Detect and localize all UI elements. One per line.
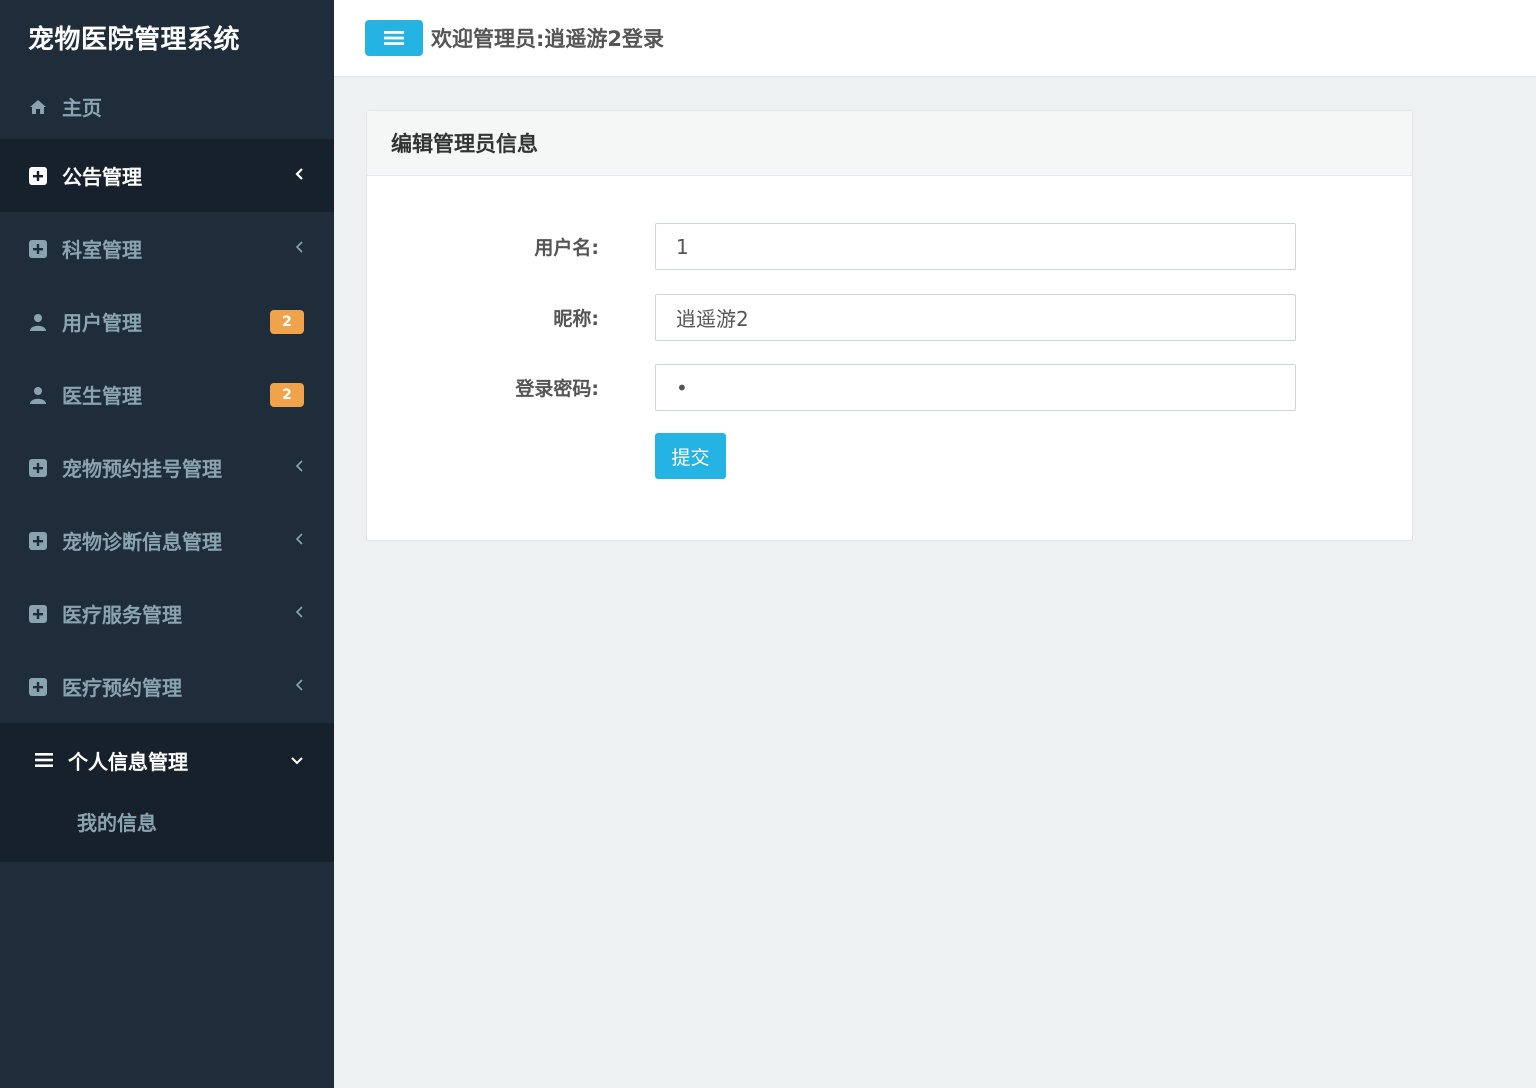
home-icon [28,97,48,117]
sidebar-item-medical-service[interactable]: 医疗服务管理 [0,577,334,650]
sidebar-item-label: 个人信息管理 [68,749,188,774]
username-field[interactable]: 1 [655,223,1296,270]
sidebar-item-label: 医生管理 [62,384,142,408]
sidebar-item-department[interactable]: 科室管理 [0,212,334,285]
count-badge: 2 [270,382,304,407]
sidebar-item-notice[interactable]: 公告管理 [0,139,334,212]
nickname-label: 昵称: [553,308,599,330]
plus-square-icon [28,458,48,478]
username-label: 用户名: [534,237,599,259]
sidebar-item-users[interactable]: 用户管理 2 [0,285,334,358]
sidebar-item-label: 医疗预约管理 [62,676,182,700]
chevron-left-icon [294,676,304,697]
plus-square-icon [28,531,48,551]
sidebar-item-label: 用户管理 [62,311,142,335]
password-field[interactable]: • [655,364,1296,411]
chevron-left-icon [294,165,304,186]
sidebar-item-personal-info[interactable]: 个人信息管理 [0,723,334,797]
user-icon [28,312,48,332]
chevron-left-icon [294,457,304,478]
top-header: 欢迎管理员:逍遥游2登录 [334,0,1536,77]
plus-square-icon [28,239,48,259]
submenu-item-my-info[interactable]: 我的信息 [77,807,157,836]
form-row-password: 登录密码: • [367,364,1412,411]
form-row-nickname: 昵称: 逍遥游2 [367,294,1412,341]
sidebar-item-pet-registration[interactable]: 宠物预约挂号管理 [0,431,334,504]
sidebar-item-pet-diagnosis[interactable]: 宠物诊断信息管理 [0,504,334,577]
plus-square-icon [28,166,48,186]
sidebar-item-label: 医疗服务管理 [62,603,182,627]
submenu-personal-info: 我的信息 [0,797,334,862]
panel-title: 编辑管理员信息 [367,111,1412,176]
form-row-username: 用户名: 1 [367,223,1412,270]
sidebar-toggle-button[interactable] [365,20,423,56]
sidebar: 宠物医院管理系统 主页 公告管理 科室管理 用户管理 2 医生管理 2 宠物预约… [0,0,334,1088]
plus-square-icon [28,677,48,697]
app-title: 宠物医院管理系统 [28,24,241,55]
sidebar-item-label: 宠物预约挂号管理 [62,457,222,481]
user-icon [28,385,48,405]
sidebar-item-label: 科室管理 [62,238,142,262]
bars-icon [34,750,54,770]
nickname-field[interactable]: 逍遥游2 [655,294,1296,341]
bars-icon [384,31,404,45]
plus-square-icon [28,604,48,624]
password-label: 登录密码: [515,378,599,400]
chevron-left-icon [294,530,304,551]
sidebar-item-label: 主页 [62,96,102,120]
chevron-left-icon [294,603,304,624]
count-badge: 2 [270,309,304,334]
chevron-down-icon [290,750,304,771]
sidebar-item-doctors[interactable]: 医生管理 2 [0,358,334,431]
chevron-left-icon [294,238,304,259]
sidebar-item-label: 宠物诊断信息管理 [62,530,222,554]
sidebar-item-label: 公告管理 [62,165,142,189]
edit-admin-panel: 编辑管理员信息 用户名: 1 昵称: 逍遥游2 登录密码: • 提交 [366,110,1413,541]
sidebar-item-home[interactable]: 主页 [0,74,334,139]
sidebar-item-medical-appointment[interactable]: 医疗预约管理 [0,650,334,723]
welcome-text: 欢迎管理员:逍遥游2登录 [431,27,665,51]
submit-button[interactable]: 提交 [655,433,726,479]
